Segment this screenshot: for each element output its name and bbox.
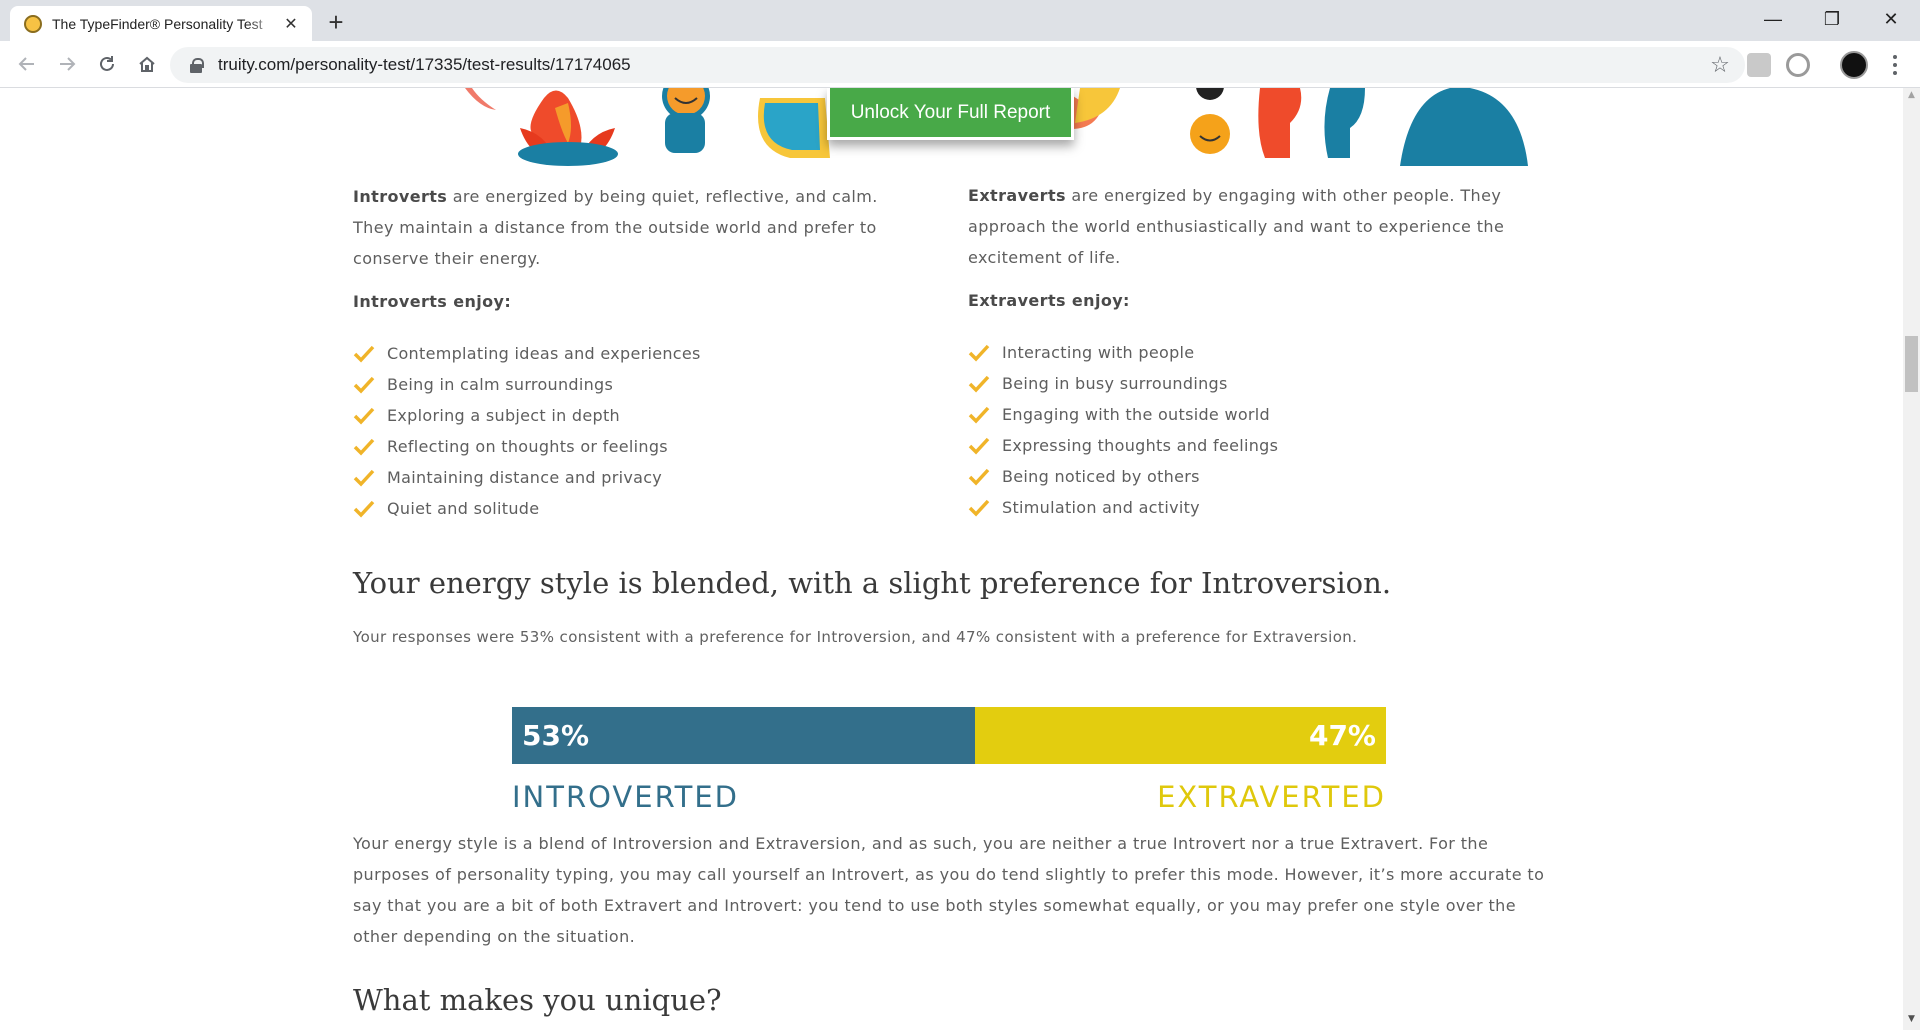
back-icon[interactable] (11, 48, 43, 80)
extraverted-bar-segment: 47% (975, 707, 1386, 764)
introverts-enjoy-title: Introverts enjoy: (353, 292, 512, 311)
check-icon (968, 468, 990, 486)
restore-button[interactable]: ❐ (1803, 0, 1861, 38)
result-heading: Your energy style is blended, with a sli… (353, 566, 1392, 600)
extraverts-enjoy-list: Interacting with people Being in busy sur… (968, 337, 1528, 523)
introverted-bar-segment: 53% (512, 707, 975, 764)
new-tab-button[interactable]: + (320, 6, 352, 38)
tab-strip: The TypeFinder® Personality Test ✕ + — ❐… (0, 0, 1920, 41)
reload-icon[interactable] (91, 48, 123, 80)
minimize-button[interactable]: — (1744, 0, 1802, 38)
introverts-enjoy-item: Maintaining distance and privacy (353, 462, 913, 493)
extraverts-enjoy-item: Expressing thoughts and feelings (968, 430, 1528, 461)
page-scrollbar[interactable]: ▲ ▼ (1903, 88, 1920, 1030)
enjoy-item-label: Being in calm surroundings (387, 375, 614, 394)
introverts-enjoy-item: Quiet and solitude (353, 493, 913, 524)
introverts-enjoy-list: Contemplating ideas and experiences Being… (353, 338, 913, 524)
lightbulb-favicon-icon (24, 14, 42, 33)
introverts-enjoy-item: Contemplating ideas and experiences (353, 338, 913, 369)
introverts-column: Introverts are energized by being quiet,… (353, 181, 913, 524)
url-text: truity.com/personality-test/17335/test-r… (218, 55, 631, 74)
enjoy-item-label: Being in busy surroundings (1002, 374, 1228, 393)
extension-honey-icon[interactable] (1786, 53, 1810, 77)
scroll-up-arrow-icon[interactable]: ▲ (1903, 90, 1920, 104)
check-icon (353, 500, 375, 518)
extraverts-term: Extraverts (968, 186, 1066, 205)
scroll-down-arrow-icon[interactable]: ▼ (1903, 1014, 1920, 1028)
enjoy-item-label: Maintaining distance and privacy (387, 468, 663, 487)
check-icon (968, 437, 990, 455)
introverted-label: INTROVERTED (512, 780, 739, 814)
unlock-full-report-button[interactable]: Unlock Your Full Report (827, 88, 1074, 140)
enjoy-item-label: Interacting with people (1002, 343, 1195, 362)
result-summary: Your responses were 53% consistent with … (353, 628, 1358, 646)
lock-icon (190, 58, 204, 73)
introverts-enjoy-item: Reflecting on thoughts or feelings (353, 431, 913, 462)
browser-toolbar: truity.com/personality-test/17335/test-r… (0, 41, 1920, 88)
extraverted-label: EXTRAVERTED (1157, 780, 1386, 814)
enjoy-item-label: Quiet and solitude (387, 499, 540, 518)
energy-style-bar: 53% 47% (512, 707, 1386, 764)
enjoy-item-label: Reflecting on thoughts or feelings (387, 437, 668, 456)
introverts-term: Introverts (353, 187, 448, 206)
extraverts-description: Extraverts are energized by engaging wit… (968, 180, 1528, 273)
extraverts-enjoy-item: Interacting with people (968, 337, 1528, 368)
tab-title: The TypeFinder® Personality Test (52, 15, 263, 32)
check-icon (353, 345, 375, 363)
close-window-button[interactable]: ✕ (1862, 0, 1920, 38)
introverts-description: Introverts are energized by being quiet,… (353, 181, 913, 274)
forward-icon[interactable] (51, 48, 83, 80)
introverts-enjoy-item: Exploring a subject in depth (353, 400, 913, 431)
check-icon (353, 438, 375, 456)
extraverts-enjoy-title: Extraverts enjoy: (968, 291, 1130, 310)
extraverts-enjoy-item: Being noticed by others (968, 461, 1528, 492)
check-icon (968, 406, 990, 424)
home-icon[interactable] (131, 48, 163, 80)
browser-tab[interactable]: The TypeFinder® Personality Test ✕ (10, 6, 312, 41)
close-tab-icon[interactable]: ✕ (280, 13, 302, 35)
address-bar[interactable]: truity.com/personality-test/17335/test-r… (170, 47, 1745, 83)
enjoy-item-label: Engaging with the outside world (1002, 405, 1270, 424)
check-icon (968, 375, 990, 393)
enjoy-item-label: Expressing thoughts and feelings (1002, 436, 1279, 455)
enjoy-item-label: Stimulation and activity (1002, 498, 1200, 517)
extraverts-enjoy-item: Stimulation and activity (968, 492, 1528, 523)
extension-icon[interactable] (1747, 53, 1771, 77)
extraverts-column: Extraverts are energized by engaging wit… (968, 180, 1528, 523)
bookmark-star-icon[interactable]: ☆ (1705, 53, 1735, 78)
scroll-thumb[interactable] (1905, 336, 1918, 392)
check-icon (968, 344, 990, 362)
profile-avatar-icon[interactable] (1840, 51, 1868, 79)
menu-kebab-icon[interactable] (1885, 51, 1905, 79)
enjoy-item-label: Exploring a subject in depth (387, 406, 620, 425)
extraverts-enjoy-item: Being in busy surroundings (968, 368, 1528, 399)
introverts-enjoy-item: Being in calm surroundings (353, 369, 913, 400)
check-icon (353, 469, 375, 487)
check-icon (353, 407, 375, 425)
check-icon (968, 499, 990, 517)
page-viewport: Unlock Your Full Report Introverts are e… (0, 88, 1903, 1030)
enjoy-item-label: Contemplating ideas and experiences (387, 344, 701, 363)
result-explanation: Your energy style is a blend of Introver… (353, 834, 1545, 946)
enjoy-item-label: Being noticed by others (1002, 467, 1200, 486)
check-icon (353, 376, 375, 394)
unique-section-heading: What makes you unique? (353, 983, 722, 1017)
extraverts-enjoy-item: Engaging with the outside world (968, 399, 1528, 430)
